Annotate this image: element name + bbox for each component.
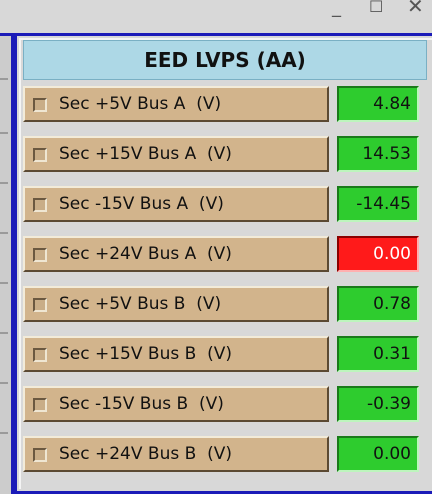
telemetry-label-text: Sec -15V Bus B (V) [59, 394, 224, 414]
square-checkbox-icon[interactable] [33, 398, 47, 412]
divider [0, 382, 8, 384]
telemetry-label-button[interactable]: Sec +15V Bus A (V) [23, 136, 329, 172]
screen: _ ☐ ✕ EED LVPS (AA) Sec +5V Bus A (V) 4.8… [0, 0, 432, 494]
telemetry-label-text: Sec +24V Bus A (V) [59, 244, 232, 264]
telemetry-value: 0.78 [337, 286, 419, 322]
divider [0, 78, 8, 80]
telemetry-label-text: Sec -15V Bus A (V) [59, 194, 224, 214]
divider [0, 332, 8, 334]
telemetry-value: 14.53 [337, 136, 419, 172]
square-checkbox-icon[interactable] [33, 448, 47, 462]
telemetry-value: 0.00 [337, 236, 419, 272]
eed-lvps-panel: EED LVPS (AA) Sec +5V Bus A (V) 4.84 Sec +… [14, 33, 432, 494]
telemetry-label-button[interactable]: Sec +15V Bus B (V) [23, 336, 329, 372]
telemetry-label-button[interactable]: Sec +5V Bus A (V) [23, 86, 329, 122]
telemetry-value: 0.31 [337, 336, 419, 372]
telemetry-value: -0.39 [337, 386, 419, 422]
telemetry-label-button[interactable]: Sec +5V Bus B (V) [23, 286, 329, 322]
telemetry-row: Sec +15V Bus A (V) 14.53 [23, 136, 427, 176]
window-controls: _ ☐ ✕ [292, 0, 432, 22]
telemetry-row: Sec +5V Bus A (V) 4.84 [23, 86, 427, 126]
telemetry-label-text: Sec +15V Bus A (V) [59, 144, 232, 164]
telemetry-label-text: Sec +5V Bus B (V) [59, 294, 222, 314]
telemetry-label-button[interactable]: Sec +24V Bus A (V) [23, 236, 329, 272]
telemetry-label-button[interactable]: Sec -15V Bus B (V) [23, 386, 329, 422]
telemetry-row: Sec +24V Bus A (V) 0.00 [23, 236, 427, 276]
panel-title: EED LVPS (AA) [23, 40, 427, 80]
telemetry-row: Sec -15V Bus A (V) -14.45 [23, 186, 427, 226]
telemetry-label-text: Sec +15V Bus B (V) [59, 344, 232, 364]
telemetry-value: -14.45 [337, 186, 419, 222]
telemetry-row: Sec -15V Bus B (V) -0.39 [23, 386, 427, 426]
telemetry-row: Sec +24V Bus B (V) 0.00 [23, 436, 427, 476]
close-icon[interactable]: ✕ [407, 0, 424, 16]
square-checkbox-icon[interactable] [33, 348, 47, 362]
minimize-icon[interactable]: _ [332, 0, 341, 17]
telemetry-value: 4.84 [337, 86, 419, 122]
square-checkbox-icon[interactable] [33, 298, 47, 312]
square-checkbox-icon[interactable] [33, 248, 47, 262]
telemetry-label-text: Sec +24V Bus B (V) [59, 444, 232, 464]
square-checkbox-icon[interactable] [33, 98, 47, 112]
telemetry-value: 0.00 [337, 436, 419, 472]
telemetry-row: Sec +15V Bus B (V) 0.31 [23, 336, 427, 376]
divider [0, 182, 8, 184]
adjacent-panel-edge [0, 33, 14, 494]
divider [0, 232, 8, 234]
square-checkbox-icon[interactable] [33, 198, 47, 212]
square-checkbox-icon[interactable] [33, 148, 47, 162]
divider [0, 432, 8, 434]
telemetry-row: Sec +5V Bus B (V) 0.78 [23, 286, 427, 326]
divider [0, 132, 8, 134]
telemetry-label-text: Sec +5V Bus A (V) [59, 94, 222, 114]
telemetry-label-button[interactable]: Sec -15V Bus A (V) [23, 186, 329, 222]
maximize-icon[interactable]: ☐ [369, 0, 383, 15]
telemetry-label-button[interactable]: Sec +24V Bus B (V) [23, 436, 329, 472]
divider [0, 282, 8, 284]
